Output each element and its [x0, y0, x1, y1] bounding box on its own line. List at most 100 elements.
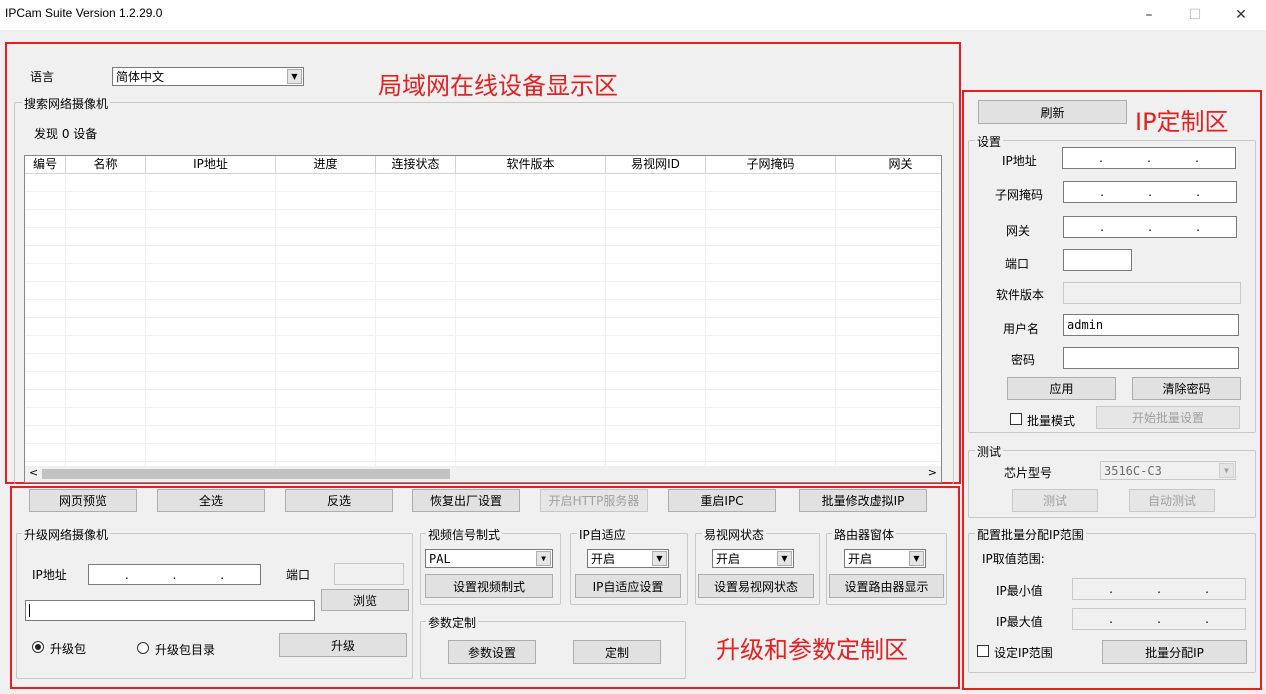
chevron-down-icon: ▼: [777, 551, 792, 566]
refresh-button[interactable]: 刷新: [978, 100, 1127, 124]
username-label: 用户名: [1003, 322, 1040, 336]
chevron-down-icon: ▼: [536, 551, 551, 566]
esee-status-select[interactable]: 开启 ▼: [712, 549, 794, 568]
table-row: [25, 426, 941, 444]
start-batch-settings-button[interactable]: 开始批量设置: [1096, 406, 1240, 429]
set-esee-status-button[interactable]: 设置易视网状态: [698, 574, 814, 598]
factory-reset-button[interactable]: 恢复出厂设置: [412, 489, 520, 512]
column-header[interactable]: 进度: [276, 156, 376, 173]
port-input[interactable]: [1063, 249, 1132, 271]
table-row: [25, 390, 941, 408]
set-ip-range-checkbox[interactable]: [977, 645, 989, 657]
search-group-title: 搜索网络摄像机: [22, 95, 111, 112]
batch-modify-virtual-ip-button[interactable]: 批量修改虚拟IP: [799, 489, 927, 512]
window-title: IPCam Suite Version 1.2.29.0: [5, 6, 163, 20]
reboot-ipc-button[interactable]: 重启IPC: [668, 489, 776, 512]
set-ip-range-label: 设定IP范围: [994, 646, 1053, 660]
clear-password-button[interactable]: 清除密码: [1132, 377, 1241, 400]
subnet-mask-label: 子网掩码: [995, 188, 1044, 202]
video-standard-select[interactable]: PAL ▼: [425, 549, 553, 568]
column-header[interactable]: 易视网ID: [606, 156, 706, 173]
radio-upgrade-package-label: 升级包: [50, 642, 87, 656]
username-input[interactable]: admin: [1063, 314, 1239, 336]
batch-assign-ip-button[interactable]: 批量分配IP: [1102, 640, 1247, 664]
column-header[interactable]: IP地址: [146, 156, 276, 173]
upgrade-area-label: 升级和参数定制区: [716, 636, 908, 664]
upgrade-file-path-input[interactable]: [25, 600, 315, 621]
title-bar: IPCam Suite Version 1.2.29.0 – ☐ ✕: [0, 0, 1266, 30]
minimize-icon[interactable]: –: [1126, 0, 1172, 30]
column-header[interactable]: 子网掩码: [706, 156, 836, 173]
language-value: 简体中文: [116, 70, 165, 84]
table-row: [25, 372, 941, 390]
upgrade-group-title: 升级网络摄像机: [22, 526, 111, 543]
table-row: [25, 246, 941, 264]
password-label: 密码: [1011, 353, 1036, 367]
chip-model-label: 芯片型号: [1004, 466, 1053, 480]
horizontal-scrollbar[interactable]: < >: [25, 466, 941, 482]
customize-button[interactable]: 定制: [573, 640, 661, 664]
device-table[interactable]: 编号 名称 IP地址 进度 连接状态 软件版本 易视网ID 子网掩码 网关 < >: [24, 155, 942, 483]
column-header[interactable]: 软件版本: [456, 156, 606, 173]
upgrade-button[interactable]: 升级: [279, 633, 407, 657]
router-window-select[interactable]: 开启 ▼: [844, 549, 926, 568]
router-group-title: 路由器窗体: [832, 526, 897, 543]
param-settings-button[interactable]: 参数设置: [448, 640, 536, 664]
batch-mode-checkbox[interactable]: [1010, 413, 1022, 425]
set-video-standard-button[interactable]: 设置视频制式: [425, 574, 553, 598]
ip-min-label: IP最小值: [996, 584, 1043, 598]
software-version-input: [1063, 282, 1241, 304]
apply-button[interactable]: 应用: [1007, 377, 1116, 400]
chevron-down-icon: ▼: [1219, 463, 1234, 478]
table-row: [25, 354, 941, 372]
batch-ip-group-title: 配置批量分配IP范围: [975, 526, 1086, 543]
set-router-display-button[interactable]: 设置路由器显示: [829, 574, 944, 598]
language-select[interactable]: 简体中文 ▼: [112, 67, 304, 86]
esee-group-title: 易视网状态: [702, 526, 767, 543]
auto-test-button[interactable]: 自动测试: [1129, 489, 1215, 512]
invert-selection-button[interactable]: 反选: [285, 489, 393, 512]
table-row: [25, 282, 941, 300]
browse-button[interactable]: 浏览: [321, 589, 409, 611]
ip-adapt-settings-button[interactable]: IP自适应设置: [575, 574, 681, 598]
params-group-title: 参数定制: [426, 614, 479, 631]
ip-area-label: IP定制区: [1135, 108, 1229, 136]
language-label: 语言: [30, 70, 55, 84]
table-row: [25, 228, 941, 246]
scroll-thumb[interactable]: [42, 469, 450, 479]
ip-max-label: IP最大值: [996, 615, 1043, 629]
chevron-down-icon: ▼: [287, 69, 302, 84]
column-header[interactable]: 编号: [25, 156, 66, 173]
ip-adapt-group-title: IP自适应: [577, 526, 628, 543]
gateway-field[interactable]: ...: [1063, 216, 1237, 238]
scroll-left-icon[interactable]: <: [29, 466, 38, 479]
password-input[interactable]: [1063, 347, 1239, 369]
table-row: [25, 192, 941, 210]
ip-adapt-select[interactable]: 开启 ▼: [587, 549, 669, 568]
ip-max-field[interactable]: ...: [1072, 608, 1246, 630]
settings-group-title: 设置: [975, 133, 1004, 150]
maximize-icon[interactable]: ☐: [1172, 0, 1218, 30]
chevron-down-icon: ▼: [909, 551, 924, 566]
ip-address-field[interactable]: ...: [1062, 147, 1236, 169]
ip-label: IP地址: [1002, 154, 1037, 168]
radio-upgrade-dir[interactable]: [137, 642, 149, 654]
close-icon[interactable]: ✕: [1218, 0, 1264, 30]
column-header[interactable]: 连接状态: [376, 156, 456, 173]
upgrade-port-input[interactable]: [334, 563, 404, 585]
subnet-mask-field[interactable]: ...: [1063, 181, 1237, 203]
enable-http-server-button[interactable]: 开启HTTP服务器: [540, 489, 648, 512]
chip-model-select[interactable]: 3516C-C3 ▼: [1100, 461, 1236, 480]
radio-upgrade-package[interactable]: [32, 641, 44, 653]
scroll-right-icon[interactable]: >: [928, 466, 937, 479]
column-header[interactable]: 网关: [836, 156, 941, 173]
select-all-button[interactable]: 全选: [157, 489, 265, 512]
ip-min-field[interactable]: ...: [1072, 578, 1246, 600]
column-header[interactable]: 名称: [66, 156, 146, 173]
table-row: [25, 318, 941, 336]
table-row: [25, 300, 941, 318]
test-button[interactable]: 测试: [1012, 489, 1098, 512]
table-row: [25, 264, 941, 282]
upgrade-ip-field[interactable]: ...: [88, 564, 261, 585]
web-preview-button[interactable]: 网页预览: [29, 489, 137, 512]
